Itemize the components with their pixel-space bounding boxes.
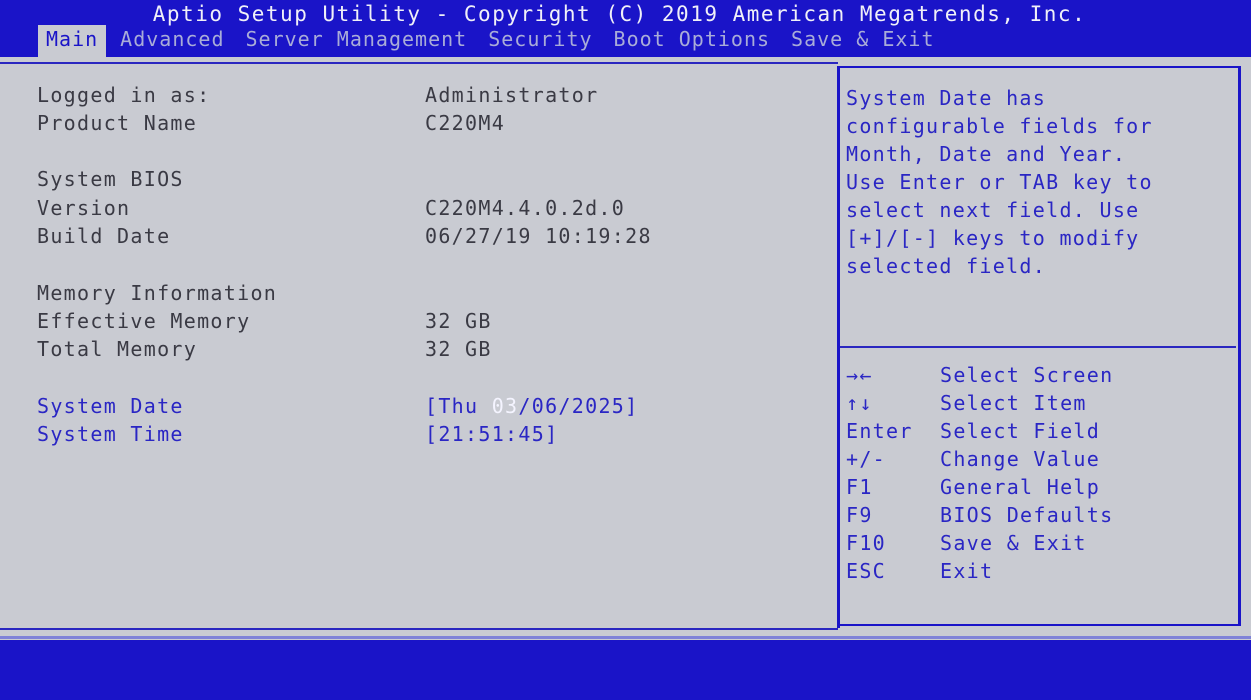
key-action: BIOS Defaults (940, 503, 1114, 527)
key-name: F9 (846, 503, 873, 527)
key-row: F10 Save & Exit (846, 529, 1113, 557)
system-date-value[interactable]: [Thu 03/06/2025] (425, 392, 638, 420)
effective-memory-value: 32 GB (425, 309, 492, 333)
key-action: Select Item (940, 391, 1087, 415)
system-time-label[interactable]: System Time (37, 420, 425, 448)
system-date-label[interactable]: System Date (37, 392, 425, 420)
version-label: Version (37, 196, 131, 220)
total-memory-row: Total Memory 32 GB (37, 335, 492, 363)
product-name-label: Product Name (37, 111, 198, 135)
key-row: ↑↓ Select Item (846, 389, 1113, 417)
left-right-arrows-icon: →← (846, 363, 873, 387)
up-down-arrows-icon: ↑↓ (846, 391, 873, 415)
key-row: ESC Exit (846, 557, 1113, 585)
app-title: Aptio Setup Utility - Copyright (C) 2019… (152, 2, 1087, 26)
help-separator (840, 346, 1236, 348)
effective-memory-label: Effective Memory (37, 309, 251, 333)
key-action: Exit (940, 559, 994, 583)
help-text: System Date has configurable fields for … (846, 86, 1153, 278)
total-memory-value: 32 GB (425, 337, 492, 361)
key-name: F1 (846, 475, 873, 499)
build-date-row: Build Date 06/27/19 10:19:28 (37, 222, 652, 250)
version-row: Version C220M4.4.0.2d.0 (37, 194, 625, 222)
build-date-value: 06/27/19 10:19:28 (425, 224, 652, 248)
system-bios-row: System BIOS (37, 165, 425, 193)
system-date-row[interactable]: System Date [Thu 03/06/2025] (37, 392, 638, 420)
effective-memory-row: Effective Memory 32 GB (37, 307, 492, 335)
key-row: F1 General Help (846, 473, 1113, 501)
key-action: Select Field (940, 419, 1101, 443)
header-bar: Aptio Setup Utility - Copyright (C) 2019… (0, 0, 1251, 57)
total-memory-label: Total Memory (37, 337, 198, 361)
key-name: F10 (846, 531, 887, 555)
help-panel: System Date has configurable fields for … (840, 66, 1241, 626)
tab-advanced[interactable]: Advanced (113, 25, 231, 57)
key-name: Enter (846, 419, 913, 443)
system-time-row[interactable]: System Time [21:51:45] (37, 420, 558, 448)
product-name-value: C220M4 (425, 111, 506, 135)
memory-info-row: Memory Information (37, 279, 425, 307)
tab-main[interactable]: Main (38, 25, 107, 57)
date-month-field[interactable]: 03 (492, 394, 519, 418)
date-prefix: [Thu (425, 394, 492, 418)
product-name-row: Product Name C220M4 (37, 109, 505, 137)
key-row: →← Select Screen (846, 361, 1113, 389)
key-name: +/- (846, 447, 887, 471)
key-row: Enter Select Field (846, 417, 1113, 445)
logged-in-row: Logged in as: Administrator (37, 81, 598, 109)
tab-server-management[interactable]: Server Management (239, 25, 475, 57)
system-time-value[interactable]: [21:51:45] (425, 420, 558, 448)
memory-info-heading: Memory Information (37, 281, 278, 305)
key-name: ESC (846, 559, 887, 583)
key-action: Select Screen (940, 363, 1114, 387)
date-suffix: /06/2025] (518, 394, 639, 418)
footer-divider (0, 636, 1251, 639)
key-legend: →← Select Screen ↑↓ Select Item Enter Selec… (846, 361, 1113, 585)
logged-in-value: Administrator (425, 83, 599, 107)
build-date-label: Build Date (37, 224, 171, 248)
tab-security[interactable]: Security (481, 25, 599, 57)
key-action: General Help (940, 475, 1101, 499)
tab-bar: Main Advanced Server Management Security… (38, 25, 948, 57)
key-action: Change Value (940, 447, 1101, 471)
footer-bar (0, 640, 1251, 700)
tab-boot-options[interactable]: Boot Options (607, 25, 778, 57)
key-row: F9 BIOS Defaults (846, 501, 1113, 529)
key-row: +/- Change Value (846, 445, 1113, 473)
system-bios-heading: System BIOS (37, 167, 184, 191)
logged-in-label: Logged in as: (37, 83, 211, 107)
key-action: Save & Exit (940, 531, 1087, 555)
version-value: C220M4.4.0.2d.0 (425, 196, 626, 220)
tab-save-exit[interactable]: Save & Exit (784, 25, 941, 57)
